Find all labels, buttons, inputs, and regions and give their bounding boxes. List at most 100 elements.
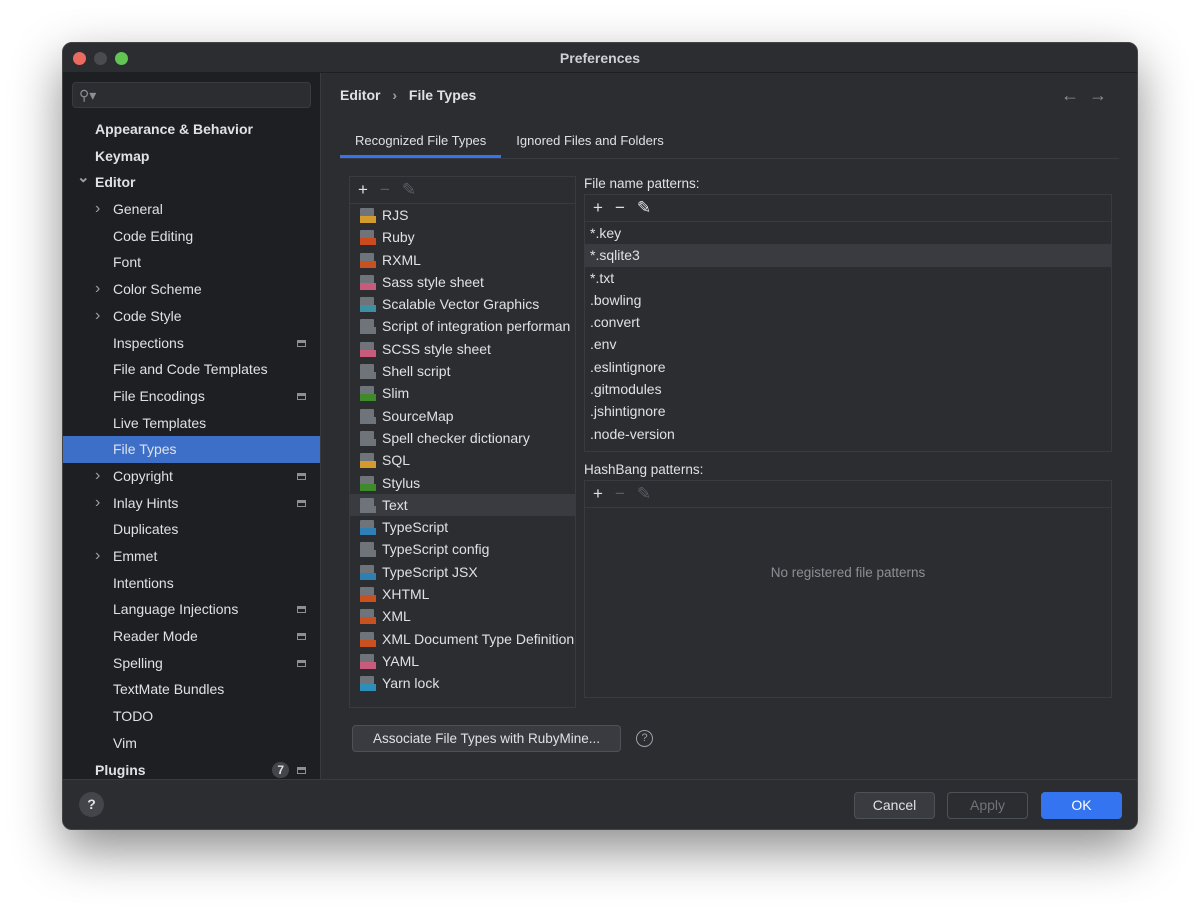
sidebar-item-general[interactable]: › General — [63, 196, 320, 223]
file-type-item[interactable]: TypeScript config — [350, 538, 575, 560]
sidebar-item-label: Keymap — [95, 147, 150, 164]
minimize-button[interactable] — [94, 52, 107, 65]
pattern-item[interactable]: *.txt — [585, 267, 1111, 289]
sidebar-item-inspections[interactable]: Inspections — [63, 330, 320, 357]
file-type-item[interactable]: Text — [350, 493, 575, 517]
file-type-item[interactable]: Ruby — [350, 226, 575, 248]
associate-file-types-button[interactable]: Associate File Types with RubyMine... — [352, 725, 621, 752]
remove-icon[interactable]: − — [380, 180, 390, 200]
file-type-item[interactable]: RXML — [350, 249, 575, 271]
pattern-item[interactable]: .bowling — [585, 289, 1111, 311]
pattern-item[interactable]: .gitmodules — [585, 378, 1111, 400]
add-icon[interactable]: + — [593, 484, 603, 504]
pattern-item[interactable]: .jshintignore — [585, 400, 1111, 422]
sidebar-item-emmet[interactable]: › Emmet — [63, 543, 320, 570]
sidebar-item-editor[interactable]: ⌄ Editor — [63, 169, 320, 196]
chevron-right-icon[interactable]: › — [95, 303, 100, 330]
help-circle-icon[interactable]: ? — [636, 730, 653, 747]
file-type-item[interactable]: SourceMap — [350, 405, 575, 427]
chevron-right-icon[interactable]: › — [95, 276, 100, 303]
sidebar-item-language-injections[interactable]: Language Injections — [63, 596, 320, 623]
forward-arrow-icon[interactable]: → — [1089, 85, 1117, 105]
file-type-item[interactable]: SCSS style sheet — [350, 338, 575, 360]
file-type-item[interactable]: Script of integration performan — [350, 315, 575, 337]
sidebar-item-label: Language Injections — [113, 601, 239, 618]
project-scope-icon — [297, 499, 306, 507]
file-type-icon — [360, 475, 376, 491]
file-type-item[interactable]: XML Document Type Definition — [350, 628, 575, 650]
cancel-button[interactable]: Cancel — [854, 792, 935, 819]
file-type-item[interactable]: Scalable Vector Graphics — [350, 293, 575, 315]
add-icon[interactable]: + — [358, 180, 368, 200]
sidebar-item-duplicates[interactable]: Duplicates — [63, 516, 320, 543]
sidebar-item-todo[interactable]: TODO — [63, 703, 320, 730]
file-type-item[interactable]: Spell checker dictionary — [350, 427, 575, 449]
file-type-label: Sass style sheet — [382, 273, 484, 290]
file-type-icon — [360, 208, 376, 223]
add-icon[interactable]: + — [593, 198, 603, 218]
file-type-item[interactable]: XHTML — [350, 583, 575, 605]
remove-icon[interactable]: − — [615, 484, 625, 504]
file-type-item[interactable]: TypeScript — [350, 516, 575, 538]
sidebar-item-appearance-behavior[interactable]: Appearance & Behavior — [63, 116, 320, 143]
file-type-icon — [360, 274, 376, 290]
sidebar-item-code-editing[interactable]: Code Editing — [63, 223, 320, 250]
file-type-item[interactable]: Slim — [350, 382, 575, 404]
edit-icon[interactable]: ✎ — [637, 484, 651, 504]
sidebar-item-spelling[interactable]: Spelling — [63, 650, 320, 677]
pattern-item[interactable]: .node-version — [585, 423, 1111, 445]
edit-icon[interactable]: ✎ — [637, 198, 651, 218]
sidebar-item-color-scheme[interactable]: › Color Scheme — [63, 276, 320, 303]
file-type-item[interactable]: Shell script — [350, 360, 575, 382]
sidebar-item-code-style[interactable]: › Code Style — [63, 303, 320, 330]
project-scope-icon — [297, 633, 306, 641]
help-button[interactable]: ? — [79, 792, 104, 817]
sidebar-item-intentions[interactable]: Intentions — [63, 570, 320, 597]
file-type-icon — [360, 631, 376, 647]
edit-icon[interactable]: ✎ — [402, 180, 416, 200]
chevron-down-icon[interactable]: ⌄ — [77, 165, 90, 192]
file-type-label: Slim — [382, 385, 410, 402]
settings-search-input[interactable]: ⚲▾ — [72, 82, 311, 108]
maximize-button[interactable] — [115, 52, 128, 65]
file-type-item[interactable]: Yarn lock — [350, 672, 575, 694]
chevron-right-icon[interactable]: › — [95, 463, 100, 490]
breadcrumb-parent[interactable]: Editor — [340, 87, 380, 103]
file-type-item[interactable]: TypeScript JSX — [350, 561, 575, 583]
pattern-item[interactable]: .env — [585, 333, 1111, 355]
file-type-item[interactable]: RJS — [350, 204, 575, 226]
file-type-item[interactable]: Sass style sheet — [350, 271, 575, 293]
file-type-label: RXML — [382, 251, 421, 268]
sidebar-item-inlay-hints[interactable]: › Inlay Hints — [63, 490, 320, 517]
file-type-item[interactable]: YAML — [350, 650, 575, 672]
sidebar-item-vim[interactable]: Vim — [63, 730, 320, 757]
sidebar-item-file-and-code-templates[interactable]: File and Code Templates — [63, 356, 320, 383]
chevron-right-icon[interactable]: › — [95, 490, 100, 517]
sidebar-item-file-encodings[interactable]: File Encodings — [63, 383, 320, 410]
ok-button[interactable]: OK — [1041, 792, 1122, 819]
pattern-item[interactable]: *.key — [585, 222, 1111, 244]
sidebar-item-live-templates[interactable]: Live Templates — [63, 410, 320, 437]
sidebar-item-reader-mode[interactable]: Reader Mode — [63, 623, 320, 650]
file-type-item[interactable]: SQL — [350, 449, 575, 471]
chevron-right-icon[interactable]: › — [95, 196, 100, 223]
pattern-item[interactable]: .convert — [585, 311, 1111, 333]
sidebar-item-copyright[interactable]: › Copyright — [63, 463, 320, 490]
tab-recognized-file-types[interactable]: Recognized File Types — [340, 125, 502, 158]
close-button[interactable] — [73, 52, 86, 65]
chevron-right-icon[interactable]: › — [95, 543, 100, 570]
sidebar-item-file-types[interactable]: File Types — [63, 436, 320, 463]
remove-icon[interactable]: − — [615, 198, 625, 218]
tab-ignored-files[interactable]: Ignored Files and Folders — [501, 125, 678, 158]
apply-button[interactable]: Apply — [947, 792, 1028, 819]
file-type-item[interactable]: Stylus — [350, 472, 575, 494]
pattern-item[interactable]: .eslintignore — [585, 356, 1111, 378]
sidebar-item-textmate-bundles[interactable]: TextMate Bundles — [63, 676, 320, 703]
sidebar-item-keymap[interactable]: Keymap — [63, 143, 320, 170]
back-arrow-icon[interactable]: ← — [1061, 85, 1089, 105]
file-type-icon — [360, 542, 376, 558]
file-type-item[interactable]: XML — [350, 605, 575, 627]
file-type-icon — [360, 230, 376, 246]
sidebar-item-font[interactable]: Font — [63, 249, 320, 276]
pattern-item[interactable]: *.sqlite3 — [585, 244, 1111, 267]
